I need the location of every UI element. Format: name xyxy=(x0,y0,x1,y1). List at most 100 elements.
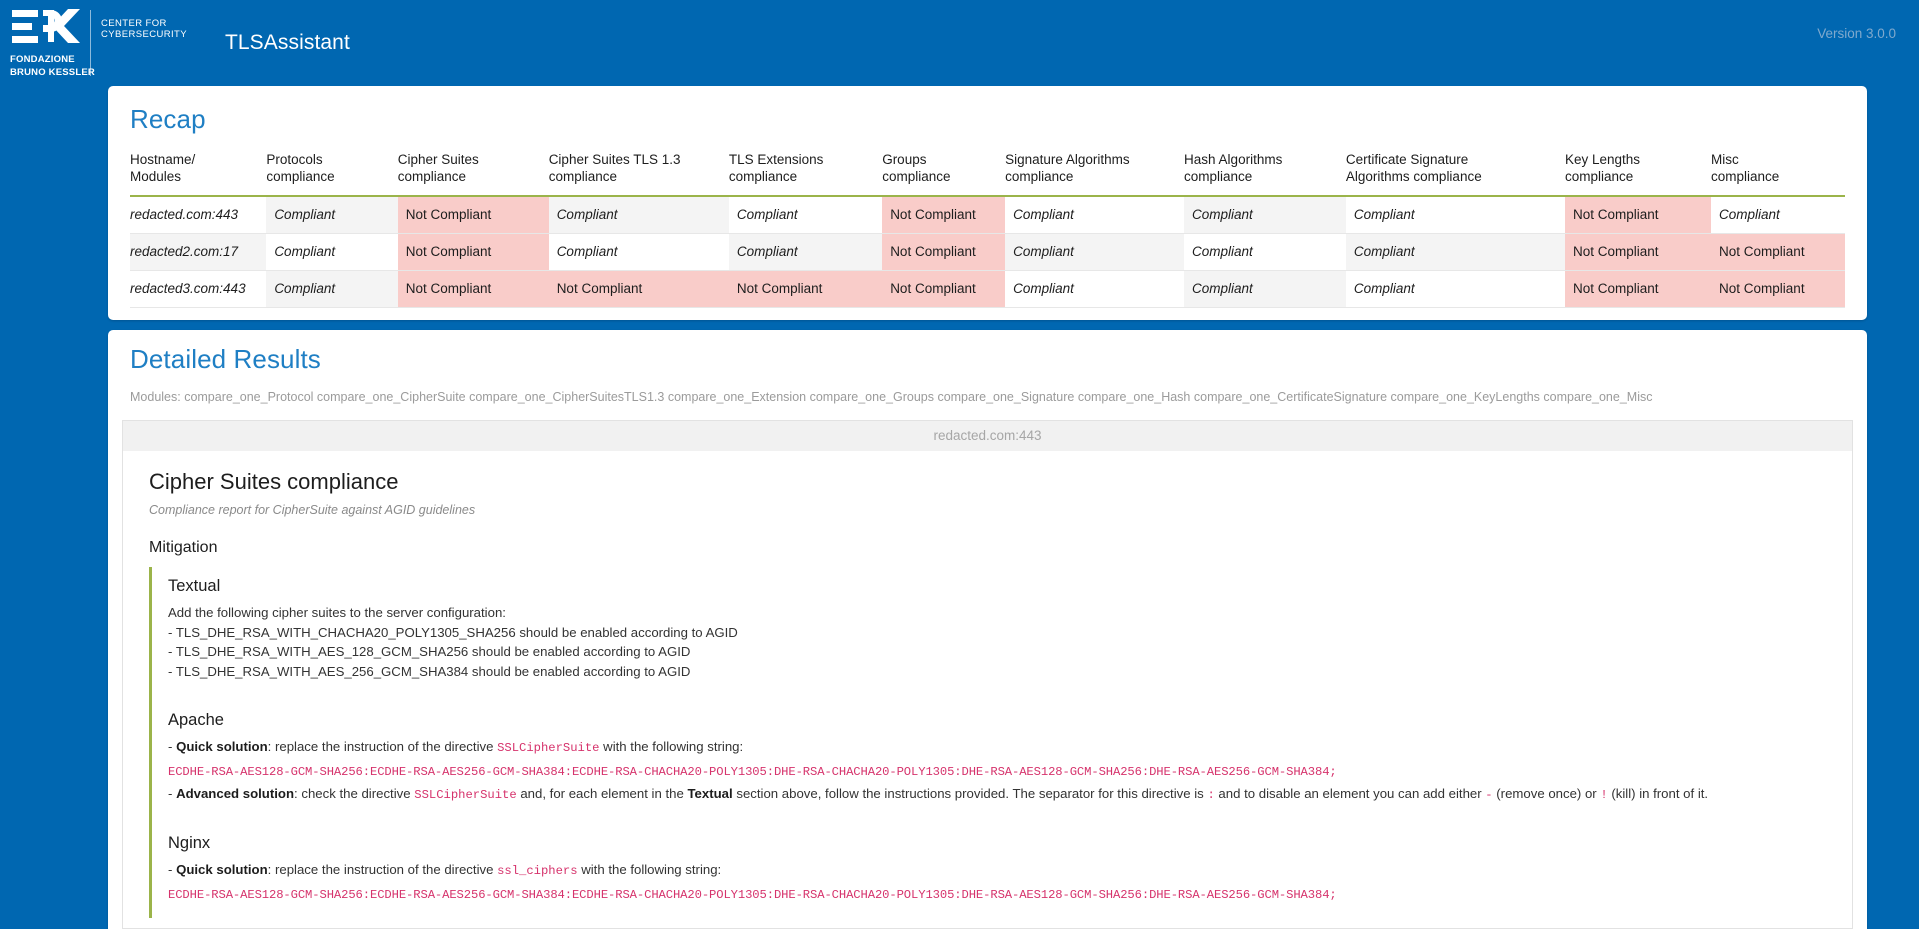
textual-item: - TLS_DHE_RSA_WITH_AES_128_GCM_SHA256 sh… xyxy=(168,644,691,659)
textual-item: - TLS_DHE_RSA_WITH_AES_256_GCM_SHA384 sh… xyxy=(168,663,691,679)
logo-divider xyxy=(90,10,91,76)
apache-directive: SSLCipherSuite xyxy=(497,741,600,755)
modules-line: Modules: compare_one_Protocol compare_on… xyxy=(130,390,1653,404)
status-badge-compliant: Compliant xyxy=(1184,196,1346,234)
recap-col-misc: Misc compliance xyxy=(1711,149,1845,197)
table-row: redacted2.com:17 Compliant Not Compliant Co… xyxy=(130,233,1845,271)
recap-col-certificate-signature: Certificate Signature Algorithms complian… xyxy=(1345,149,1565,197)
apache-adv-text-1: : check the directive xyxy=(294,785,415,801)
nginx-quick-label: Quick solution xyxy=(176,862,268,877)
app-header: FONDAZIONE BRUNO KESSLER CENTER FOR CYBE… xyxy=(0,0,1919,86)
status-badge-compliant: Compliant xyxy=(266,196,398,234)
nginx-quick-text-1: : replace the instruction of the directi… xyxy=(267,862,498,877)
apache-adv-minus: - xyxy=(1485,787,1493,802)
recap-card: Recap Hostname/Modules Protocols complian… xyxy=(108,86,1867,320)
recap-col-hostname: Hostname/Modules xyxy=(130,149,267,197)
cfc-line1: CENTER FOR xyxy=(101,18,167,29)
status-badge-not-compliant: Not Compliant xyxy=(882,270,1006,308)
textual-item: - TLS_DHE_RSA_WITH_CHACHA20_POLY1305_SHA… xyxy=(168,624,738,640)
recap-col-protocols: Protocols compliance xyxy=(266,149,398,197)
fbk-name-line2: BRUNO KESSLER xyxy=(10,67,95,78)
recap-col-key-lengths: Key Lengths compliance xyxy=(1564,149,1712,197)
status-badge-compliant: Compliant xyxy=(266,270,398,308)
table-row: redacted3.com:443 Compliant Not Compliant N… xyxy=(130,270,1845,308)
apache-quick-label: Quick solution xyxy=(176,739,268,754)
status-badge-compliant: Compliant xyxy=(728,233,883,271)
fbk-mark-icon xyxy=(12,8,80,43)
nginx-cipher-string: ECDHE-RSA-AES128-GCM-SHA256:ECDHE-RSA-AE… xyxy=(168,887,1337,902)
apache-quick-text-1: : replace the instruction of the directi… xyxy=(267,739,498,754)
status-badge-compliant: Compliant xyxy=(548,233,729,271)
apache-cipher-string: ECDHE-RSA-AES128-GCM-SHA256:ECDHE-RSA-AE… xyxy=(168,764,1337,779)
status-badge-compliant: Compliant xyxy=(1005,196,1185,234)
status-badge-compliant: Compliant xyxy=(1711,196,1845,234)
detailed-results-card: Detailed Results Modules: compare_one_Pr… xyxy=(108,330,1867,929)
apache-adv-separator: : xyxy=(1207,787,1215,802)
status-badge-compliant: Compliant xyxy=(1345,196,1565,234)
cfc-line2: CYBERSECURITY xyxy=(101,29,187,40)
status-badge-not-compliant: Not Compliant xyxy=(882,196,1006,234)
status-badge-not-compliant: Not Compliant xyxy=(1564,233,1712,271)
nginx-heading: Nginx xyxy=(168,834,211,852)
module-subtitle: Compliance report for CipherSuite agains… xyxy=(149,503,476,517)
apache-adv-text-3: section above, follow the instructions p… xyxy=(732,785,1208,801)
recap-col-hash-algorithms: Hash Algorithms compliance xyxy=(1184,149,1346,197)
recap-col-cipher-suites-tls13: Cipher Suites TLS 1.3 compliance xyxy=(548,149,729,197)
status-badge-not-compliant: Not Compliant xyxy=(397,233,549,271)
recap-header-row: Hostname/Modules Protocols compliance Cip… xyxy=(130,149,1845,197)
nginx-quick-solution-line: - Quick solution: replace the instructio… xyxy=(168,861,1826,881)
recap-col-tls-extensions: TLS Extensions compliance xyxy=(728,149,883,197)
apache-adv-text-4: and to disable an element you can add ei… xyxy=(1214,785,1486,801)
app-title: TLSAssistant xyxy=(224,31,350,54)
apache-quick-text-2: with the following string: xyxy=(599,739,744,754)
recap-col-groups: Groups compliance xyxy=(882,149,1006,197)
fbk-logo-block: FONDAZIONE BRUNO KESSLER CENTER FOR CYBE… xyxy=(10,4,187,82)
status-badge-not-compliant: Not Compliant xyxy=(1711,233,1845,271)
host-accordion-header[interactable]: redacted.com:443 xyxy=(122,420,1853,451)
status-badge-compliant: Compliant xyxy=(1345,233,1565,271)
status-badge-compliant: Compliant xyxy=(1184,233,1346,271)
status-badge-compliant: Compliant xyxy=(266,233,398,271)
status-badge-not-compliant: Not Compliant xyxy=(882,233,1006,271)
nginx-directive: ssl_ciphers xyxy=(497,864,578,878)
textual-intro: Add the following cipher suites to the s… xyxy=(168,605,506,620)
apache-advanced-solution-line: - Advanced solution: check the directive… xyxy=(168,785,1826,805)
fbk-logo-icon: FONDAZIONE BRUNO KESSLER xyxy=(10,8,95,79)
fbk-name-line1: FONDAZIONE xyxy=(10,53,75,65)
status-badge-compliant: Compliant xyxy=(548,196,729,234)
status-badge-not-compliant: Not Compliant xyxy=(397,270,549,308)
apache-quick-prefix: - xyxy=(168,739,177,754)
status-badge-compliant: Compliant xyxy=(728,196,883,234)
apache-adv-prefix: - xyxy=(168,785,177,801)
apache-adv-bold-ref: Textual xyxy=(687,785,733,801)
apache-adv-text-5: (remove once) or xyxy=(1492,785,1601,801)
apache-adv-directive: SSLCipherSuite xyxy=(414,787,517,802)
recap-col-cipher-suites: Cipher Suites compliance xyxy=(397,149,549,197)
apache-adv-bang: ! xyxy=(1600,787,1608,802)
apache-heading: Apache xyxy=(168,711,224,729)
status-badge-not-compliant: Not Compliant xyxy=(397,196,549,234)
status-badge-not-compliant: Not Compliant xyxy=(1711,270,1845,308)
apache-adv-text-6: (kill) in front of it. xyxy=(1607,785,1709,801)
status-badge-not-compliant: Not Compliant xyxy=(1564,196,1712,234)
center-for-cybersecurity-label: CENTER FOR CYBERSECURITY xyxy=(101,18,187,40)
host-panel: Cipher Suites compliance Compliance repo… xyxy=(122,451,1853,929)
recap-title: Recap xyxy=(130,104,206,134)
apache-adv-text-2: and, for each element in the xyxy=(516,785,688,801)
status-badge-not-compliant: Not Compliant xyxy=(548,270,729,308)
nginx-quick-prefix: - xyxy=(168,862,177,877)
table-row: redacted.com:443 Compliant Not Compliant Co… xyxy=(130,196,1845,234)
recap-table-body: redacted.com:443 Compliant Not Compliant Co… xyxy=(130,196,1845,308)
recap-row-hostname: redacted3.com:443 xyxy=(130,270,267,308)
detailed-results-title: Detailed Results xyxy=(130,344,321,374)
module-title: Cipher Suites compliance xyxy=(149,469,399,494)
recap-row-hostname: redacted2.com:17 xyxy=(130,233,267,271)
status-badge-compliant: Compliant xyxy=(1345,270,1565,308)
apache-quick-solution-line: - Quick solution: replace the instructio… xyxy=(168,738,1826,758)
status-badge-compliant: Compliant xyxy=(1005,233,1185,271)
status-badge-compliant: Compliant xyxy=(1005,270,1185,308)
mitigation-box: Textual Add the following cipher suites … xyxy=(149,567,1826,918)
apache-adv-label: Advanced solution xyxy=(176,785,295,801)
status-badge-compliant: Compliant xyxy=(1184,270,1346,308)
page-body: Recap Hostname/Modules Protocols complian… xyxy=(0,86,1919,929)
